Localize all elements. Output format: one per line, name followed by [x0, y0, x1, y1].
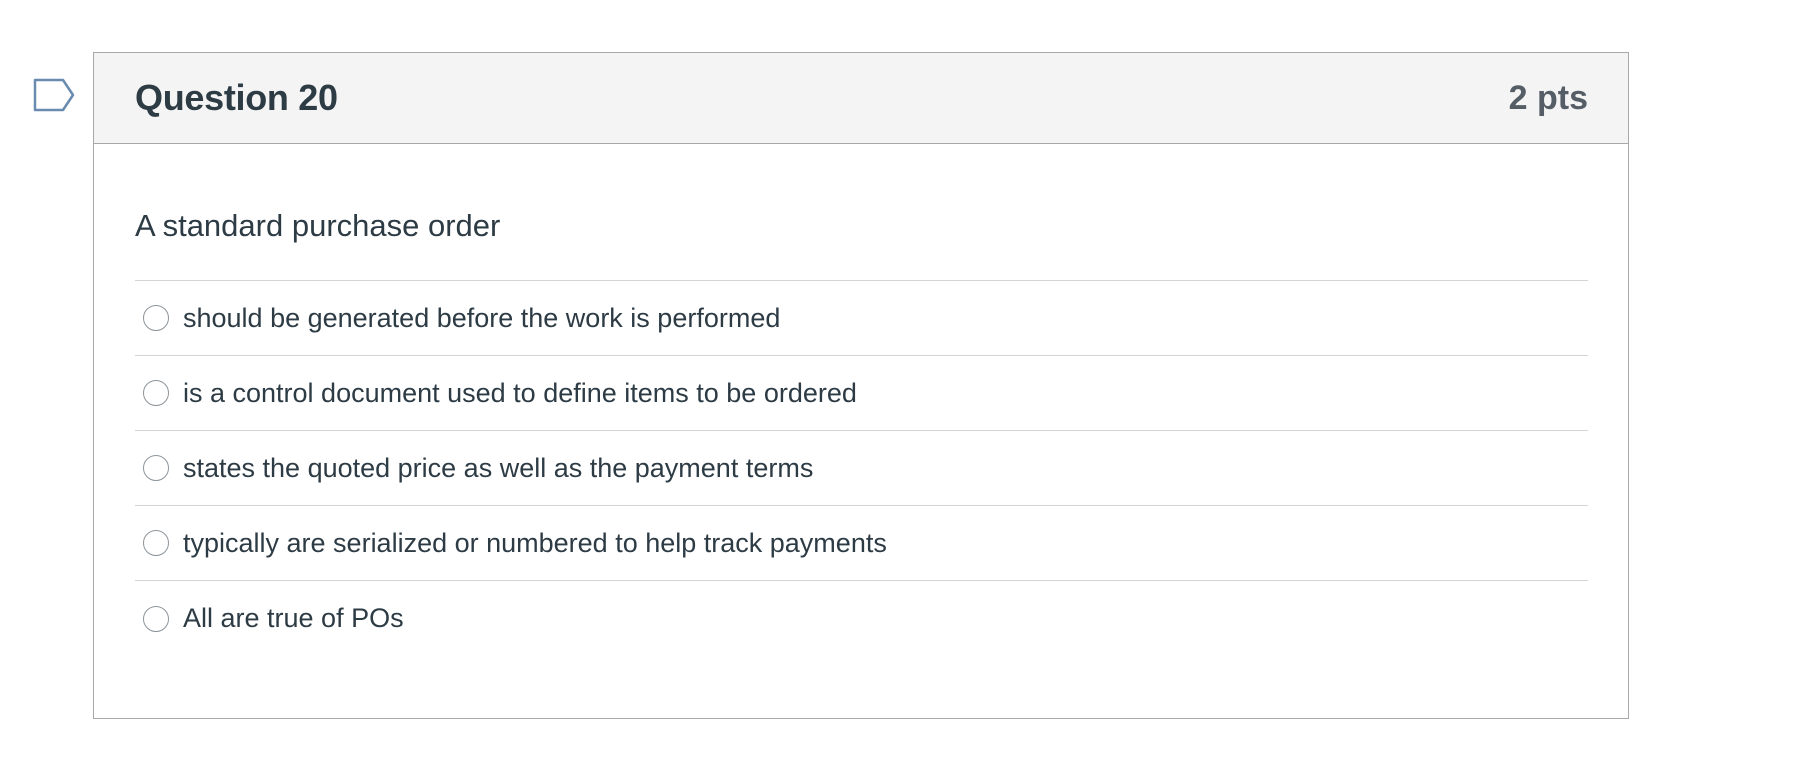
answer-option[interactable]: is a control document used to define ite… [135, 356, 1588, 431]
radio-button[interactable] [143, 530, 169, 556]
answer-label: should be generated before the work is p… [183, 302, 781, 333]
radio-button[interactable] [143, 305, 169, 331]
answer-option[interactable]: should be generated before the work is p… [135, 281, 1588, 356]
question-body: A standard purchase order should be gene… [94, 206, 1628, 656]
radio-button[interactable] [143, 380, 169, 406]
answer-option[interactable]: All are true of POs [135, 581, 1588, 656]
answer-option[interactable]: typically are serialized or numbered to … [135, 506, 1588, 581]
quiz-page: Question 20 2 pts A standard purchase or… [0, 0, 1794, 770]
radio-button[interactable] [143, 605, 169, 632]
radio-button[interactable] [143, 455, 169, 481]
question-points: 2 pts [1508, 78, 1588, 117]
answer-label: typically are serialized or numbered to … [183, 527, 887, 558]
answer-list: should be generated before the work is p… [135, 280, 1588, 656]
question-text: A standard purchase order [135, 208, 501, 243]
answer-label: All are true of POs [183, 603, 404, 633]
question-title: Question 20 [135, 77, 338, 118]
answer-option[interactable]: states the quoted price as well as the p… [135, 431, 1588, 506]
question-card: Question 20 2 pts A standard purchase or… [93, 52, 1629, 719]
flag-question-icon[interactable] [33, 78, 77, 116]
answer-label: states the quoted price as well as the p… [183, 452, 814, 483]
question-header: Question 20 2 pts [94, 53, 1628, 144]
answer-label: is a control document used to define ite… [183, 377, 857, 408]
